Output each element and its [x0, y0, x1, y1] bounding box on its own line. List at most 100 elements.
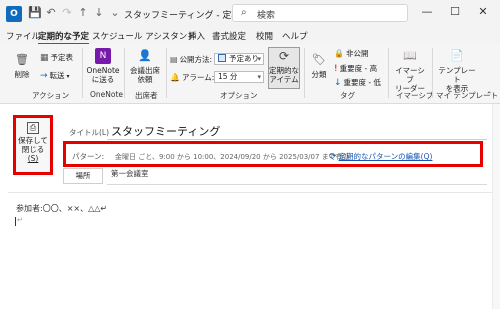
group-label-attendees: 出席者	[135, 91, 158, 100]
outlook-logo-icon: O	[6, 6, 22, 22]
reminder-label-wrap: 🔔 アラーム:	[170, 72, 214, 83]
delete-label: 削除	[14, 70, 30, 79]
pattern-label: パターン:	[72, 152, 105, 161]
chevron-down-icon: ▾	[257, 73, 261, 81]
group-label-actions: アクション	[32, 91, 70, 100]
down-arrow-icon: ↓	[334, 78, 342, 88]
show-as-label: 公開方法:	[179, 55, 213, 64]
meeting-request-button[interactable]: 👤 会議出席 依頼	[128, 48, 162, 84]
search-icon: ⌕	[241, 7, 247, 18]
immersive-label-1: イマーシブ	[395, 66, 425, 84]
edit-recurrence-link[interactable]: ⟳ 定期的なパターンの編集(Q)	[329, 151, 432, 162]
add-person-icon: 👤	[138, 49, 152, 62]
subject-underline	[107, 139, 487, 140]
recurrence-label-2: アイテム	[269, 75, 299, 84]
ribbon-divider	[124, 48, 125, 98]
view-templates-button[interactable]: 📄 テンプレート を表示	[436, 48, 478, 93]
save-close-label-2: 閉じる	[21, 145, 45, 154]
title-label: タイトル(L)	[69, 128, 110, 137]
categorize-button[interactable]: 🏷 分類	[307, 52, 331, 79]
private-button[interactable]: 🔒 非公開	[334, 48, 368, 59]
tab-help[interactable]: ヘルプ	[282, 30, 308, 42]
forward-arrow-icon: →	[40, 71, 48, 81]
paragraph-mark-icon: ↵	[17, 216, 23, 224]
ribbon-divider	[82, 48, 83, 98]
calendar-button[interactable]: ▦ 予定表	[40, 52, 73, 63]
group-label-onenote: OneNote	[90, 90, 124, 99]
save-and-close-button[interactable]: ⎙ 保存して 閉じる (S)	[13, 115, 53, 175]
onenote-icon: N	[95, 48, 111, 64]
form-divider	[8, 192, 492, 193]
group-label-tags: タグ	[340, 91, 355, 100]
high-importance-label: 重要度 - 高	[339, 64, 378, 73]
private-label: 非公開	[345, 49, 369, 58]
show-as-icon: ▤	[170, 55, 178, 64]
text-caret	[15, 217, 16, 226]
tab-insert[interactable]: 挿入	[188, 30, 205, 42]
send-to-onenote-button[interactable]: N OneNote に送る	[86, 48, 120, 84]
chevron-down-icon: ▾	[66, 73, 70, 80]
low-importance-button[interactable]: ↓ 重要度 - 低	[334, 77, 381, 88]
show-as-value: 予定あり	[229, 54, 259, 63]
tab-file[interactable]: ファイル	[6, 30, 40, 42]
tab-scheduling-assistant[interactable]: スケジュール アシスタント	[92, 30, 196, 42]
tag-icon: 🏷	[312, 53, 326, 66]
low-importance-label: 重要度 - 低	[343, 78, 382, 87]
vertical-scrollbar[interactable]	[492, 104, 500, 309]
location-underline	[107, 184, 487, 185]
high-importance-button[interactable]: ! 重要度 - 高	[334, 63, 377, 74]
onenote-label-2: に送る	[91, 75, 115, 84]
recurrence-sync-icon: ⟳	[329, 152, 337, 162]
ribbon: 🗑 削除 ▦ 予定表 → 転送 ▾ アクション N OneNote に送る OneNo…	[0, 44, 500, 104]
template-icon: 📄	[450, 49, 464, 62]
previous-item-icon[interactable]: ↑	[76, 6, 90, 20]
forward-button[interactable]: → 転送 ▾	[40, 70, 70, 81]
undo-icon[interactable]: ↶	[44, 6, 58, 20]
collapse-ribbon-icon[interactable]: ⌃	[486, 90, 492, 99]
title-bar: O 💾 ↶ ↷ ↑ ↓ ⌄ スタッフミーティング - 定期的... ⌕ 検索 —…	[0, 0, 500, 28]
meeting-request-label-2: 依頼	[137, 75, 153, 84]
location-button[interactable]: 場所	[63, 168, 103, 184]
immersive-reader-button[interactable]: 📖 イマーシブ リーダー	[392, 48, 428, 93]
chevron-down-icon: ▾	[257, 55, 261, 63]
categorize-label: 分類	[311, 70, 327, 79]
ribbon-divider	[304, 48, 305, 98]
redo-icon[interactable]: ↷	[60, 6, 74, 20]
busy-swatch	[218, 54, 226, 62]
tab-recurring-appointment[interactable]: 定期的な予定	[38, 30, 90, 45]
message-body[interactable]: 参加者:〇〇、××、△△↵	[16, 203, 107, 214]
reminder-value: 15 分	[218, 72, 238, 81]
show-as-label-wrap: ▤ 公開方法:	[170, 54, 212, 65]
trash-icon: 🗑	[15, 53, 29, 66]
reminder-select[interactable]: 15 分 ▾	[214, 71, 264, 83]
meeting-request-label-1: 会議出席	[130, 66, 160, 75]
next-item-icon[interactable]: ↓	[92, 6, 106, 20]
ribbon-divider	[432, 48, 433, 98]
save-icon[interactable]: 💾	[28, 6, 42, 20]
show-as-select[interactable]: 予定あり ▾	[214, 53, 264, 65]
immersive-reader-icon: 📖	[403, 49, 417, 62]
ribbon-divider	[166, 48, 167, 98]
close-button[interactable]: ✕	[470, 0, 496, 24]
maximize-button[interactable]: ☐	[442, 0, 468, 24]
recurrence-label-1: 定期的な	[269, 66, 299, 75]
exclamation-icon: !	[334, 64, 338, 74]
search-input[interactable]: ⌕ 検索	[232, 4, 408, 22]
edit-recurrence-label: 定期的なパターンの編集(Q)	[338, 152, 433, 161]
delete-button[interactable]: 🗑 削除	[8, 52, 36, 79]
tab-format[interactable]: 書式設定	[212, 30, 246, 42]
save-close-shortcut: (S)	[27, 154, 39, 163]
group-label-immersive: イマーシブ	[396, 91, 434, 100]
lock-icon: 🔒	[334, 49, 344, 58]
recurrence-button[interactable]: ⟳ 定期的な アイテム	[268, 47, 300, 89]
recurrence-pattern-text: 金曜日 ごと、9:00 から 10:00、2024/09/20 から 2025/…	[115, 153, 350, 161]
location-field[interactable]: 第一会議室	[111, 168, 149, 179]
minimize-button[interactable]: —	[414, 0, 440, 24]
customize-toolbar-icon[interactable]: ⌄	[108, 6, 122, 20]
bell-icon: 🔔	[170, 73, 180, 82]
tab-review[interactable]: 校閲	[256, 30, 273, 42]
recurrence-icon: ⟳	[278, 49, 290, 63]
calendar-icon: ▦	[40, 53, 49, 63]
onenote-label-1: OneNote	[86, 66, 120, 75]
subject-field[interactable]: スタッフミーティング	[111, 123, 220, 139]
